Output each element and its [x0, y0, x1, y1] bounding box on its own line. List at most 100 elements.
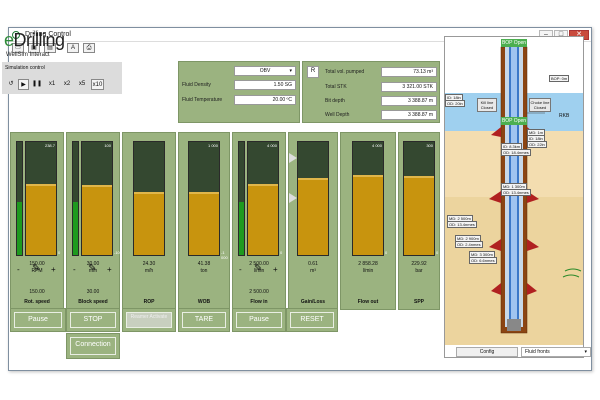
gauge-value: 24.30	[142, 261, 156, 267]
sim-control-label: Simulation control	[5, 65, 45, 71]
well-tag: OD: 13.4nmes	[447, 221, 477, 228]
totals-label: Bit depth	[325, 98, 345, 104]
setpoint-value: 30.00	[86, 289, 100, 295]
well-tag: OD: 22in	[527, 141, 547, 148]
gauge-bar: 300	[403, 141, 435, 256]
col-flow-out: 4 000 0 2 858.28 l/min Flow out	[340, 132, 396, 310]
loss-marker-icon	[289, 193, 297, 203]
gauge-min: 0	[58, 250, 61, 255]
gauge-value: 0.61	[308, 261, 318, 267]
gauge-bar: 238.7	[25, 141, 57, 256]
speed-x5[interactable]: x5	[76, 79, 88, 90]
gauge-value: 41.38	[197, 261, 211, 267]
pencil-icon[interactable]: ✎	[32, 263, 40, 274]
bop-mid-badge: BOP Open	[501, 117, 527, 125]
col-gain-loss: 0.61 m³ Gain/Loss	[288, 132, 338, 310]
flow-pause-button[interactable]: Pause	[236, 312, 282, 328]
gauge-max: 4 000	[266, 143, 277, 148]
col-rot-speed: 238.7 0 150.00 RPM - ✎ +150.00 Rot. speed	[10, 132, 64, 310]
choke-line-status: Choke line Closed	[529, 98, 551, 112]
gauge-max: 1 000	[207, 143, 218, 148]
tare-button-wrap: TARE	[178, 308, 230, 332]
gauge-unit: m³	[310, 268, 316, 274]
increase-button[interactable]: +	[51, 265, 56, 274]
fluid-panel: OBV ▾ Fluid Density 1.50 SG Fluid Tempera…	[178, 61, 300, 123]
setpoint-bar	[72, 141, 79, 256]
connection-button-wrap: Connection	[66, 333, 120, 359]
reset-button[interactable]: RESET	[290, 312, 334, 328]
config-button[interactable]: Config	[456, 347, 518, 357]
gauge-max: 100	[104, 143, 111, 148]
gauge-bar	[133, 141, 165, 256]
totals-value: 3 388.87 m	[381, 110, 437, 120]
decrease-button[interactable]: -	[17, 265, 20, 274]
gauge-unit: m/h	[144, 268, 154, 274]
well-tag: OD: 13.4nmes	[501, 189, 531, 196]
gauge-min: 0	[280, 250, 283, 255]
bop-top-badge: BOP Open	[501, 39, 527, 47]
gauge-unit: bar	[415, 268, 423, 274]
restart-icon[interactable]: ↺	[6, 79, 16, 90]
gauge-bar: 4 000	[352, 141, 384, 256]
pause2-button-wrap: Pause	[232, 308, 286, 332]
pause-icon[interactable]: ❚❚	[32, 79, 42, 90]
column-label: WOB	[197, 299, 211, 305]
fluid-fronts-select[interactable]: Fluid fronts ▾	[521, 347, 591, 357]
decrease-button[interactable]: -	[239, 265, 242, 274]
gauge-min: -100	[114, 250, 123, 255]
pencil-icon[interactable]: ✎	[254, 263, 262, 274]
pencil-icon[interactable]: ✎	[88, 263, 96, 274]
well-tag: OD: 18.4nmes	[501, 149, 531, 156]
play-button[interactable]: ▶	[18, 79, 29, 90]
setpoint-bar	[238, 141, 245, 256]
reset-button-wrap: RESET	[286, 308, 338, 332]
totals-value: 3 321.00 STK	[381, 82, 437, 92]
column-label: Rot. speed	[24, 299, 50, 305]
gauge-bar	[297, 141, 329, 256]
increase-button[interactable]: +	[273, 265, 278, 274]
pause-button[interactable]: Pause	[14, 312, 62, 328]
gauge-unit: l/min	[362, 268, 374, 274]
col-spp: 300 0 229.92 bar SPP	[398, 132, 440, 310]
col-wob: 1 000 -1 000 41.38 ton WOB	[178, 132, 230, 310]
toolbar-print-icon[interactable]: ⎙	[83, 43, 95, 53]
stop-button[interactable]: STOP	[70, 312, 116, 328]
gauge-value: 2 858.28	[358, 261, 378, 267]
totals-label: Total STK	[325, 84, 347, 90]
fluid-temp-value: 20.00 ºC	[234, 95, 296, 105]
kill-line-status: Kill line Closed	[477, 98, 497, 112]
column-label: Flow out	[357, 299, 379, 305]
toolbar-font-icon[interactable]: A	[67, 43, 79, 53]
reamer-button-wrap: Reamer Activate	[122, 308, 176, 332]
col-block-speed: 100 -100 30.00 m/h - ✎ +30.00 Block speed	[66, 132, 123, 310]
gauge-value: 229.92	[411, 261, 427, 267]
setpoint-value: 150.00	[29, 289, 45, 295]
column-label: Gain/Loss	[300, 299, 326, 305]
gauge-min: 0	[385, 250, 388, 255]
gauge-max: 300	[426, 143, 433, 148]
well-tag: OD: 20in	[445, 100, 465, 107]
speed-x2[interactable]: x2	[61, 79, 73, 90]
tare-button[interactable]: TARE	[182, 312, 226, 328]
fluid-dropdown[interactable]: OBV ▾	[234, 66, 296, 76]
fluid-density-label: Fluid Density	[182, 82, 211, 88]
gauge-unit: ton	[200, 268, 208, 274]
connection-button[interactable]: Connection	[70, 337, 116, 355]
speed-x10[interactable]: x10	[91, 79, 104, 90]
gauge-min: -1 000	[221, 250, 228, 260]
col-rop: 24.30 m/h ROP	[122, 132, 176, 310]
totals-label: Well Depth	[325, 112, 350, 118]
well-schematic: BOP Open Kill line Closed Choke line Clo…	[444, 36, 584, 358]
decrease-button[interactable]: -	[73, 265, 76, 274]
setpoint-bar	[16, 141, 23, 256]
well-tag: BOP: 0m	[549, 75, 570, 82]
speed-x1[interactable]: x1	[46, 79, 58, 90]
increase-button[interactable]: +	[107, 265, 112, 274]
column-label: Flow in	[250, 299, 268, 305]
column-label: Block speed	[78, 299, 108, 305]
col-flow-in: 4 000 0 2 500.00 l/min - ✎ +2 500.00 Flow in	[232, 132, 286, 310]
reset-totals-button[interactable]: R	[307, 66, 319, 78]
gauge-bar: 100	[81, 141, 113, 256]
reamer-activate-button[interactable]: Reamer Activate	[126, 312, 172, 328]
gauge-max: 4 000	[371, 143, 382, 148]
